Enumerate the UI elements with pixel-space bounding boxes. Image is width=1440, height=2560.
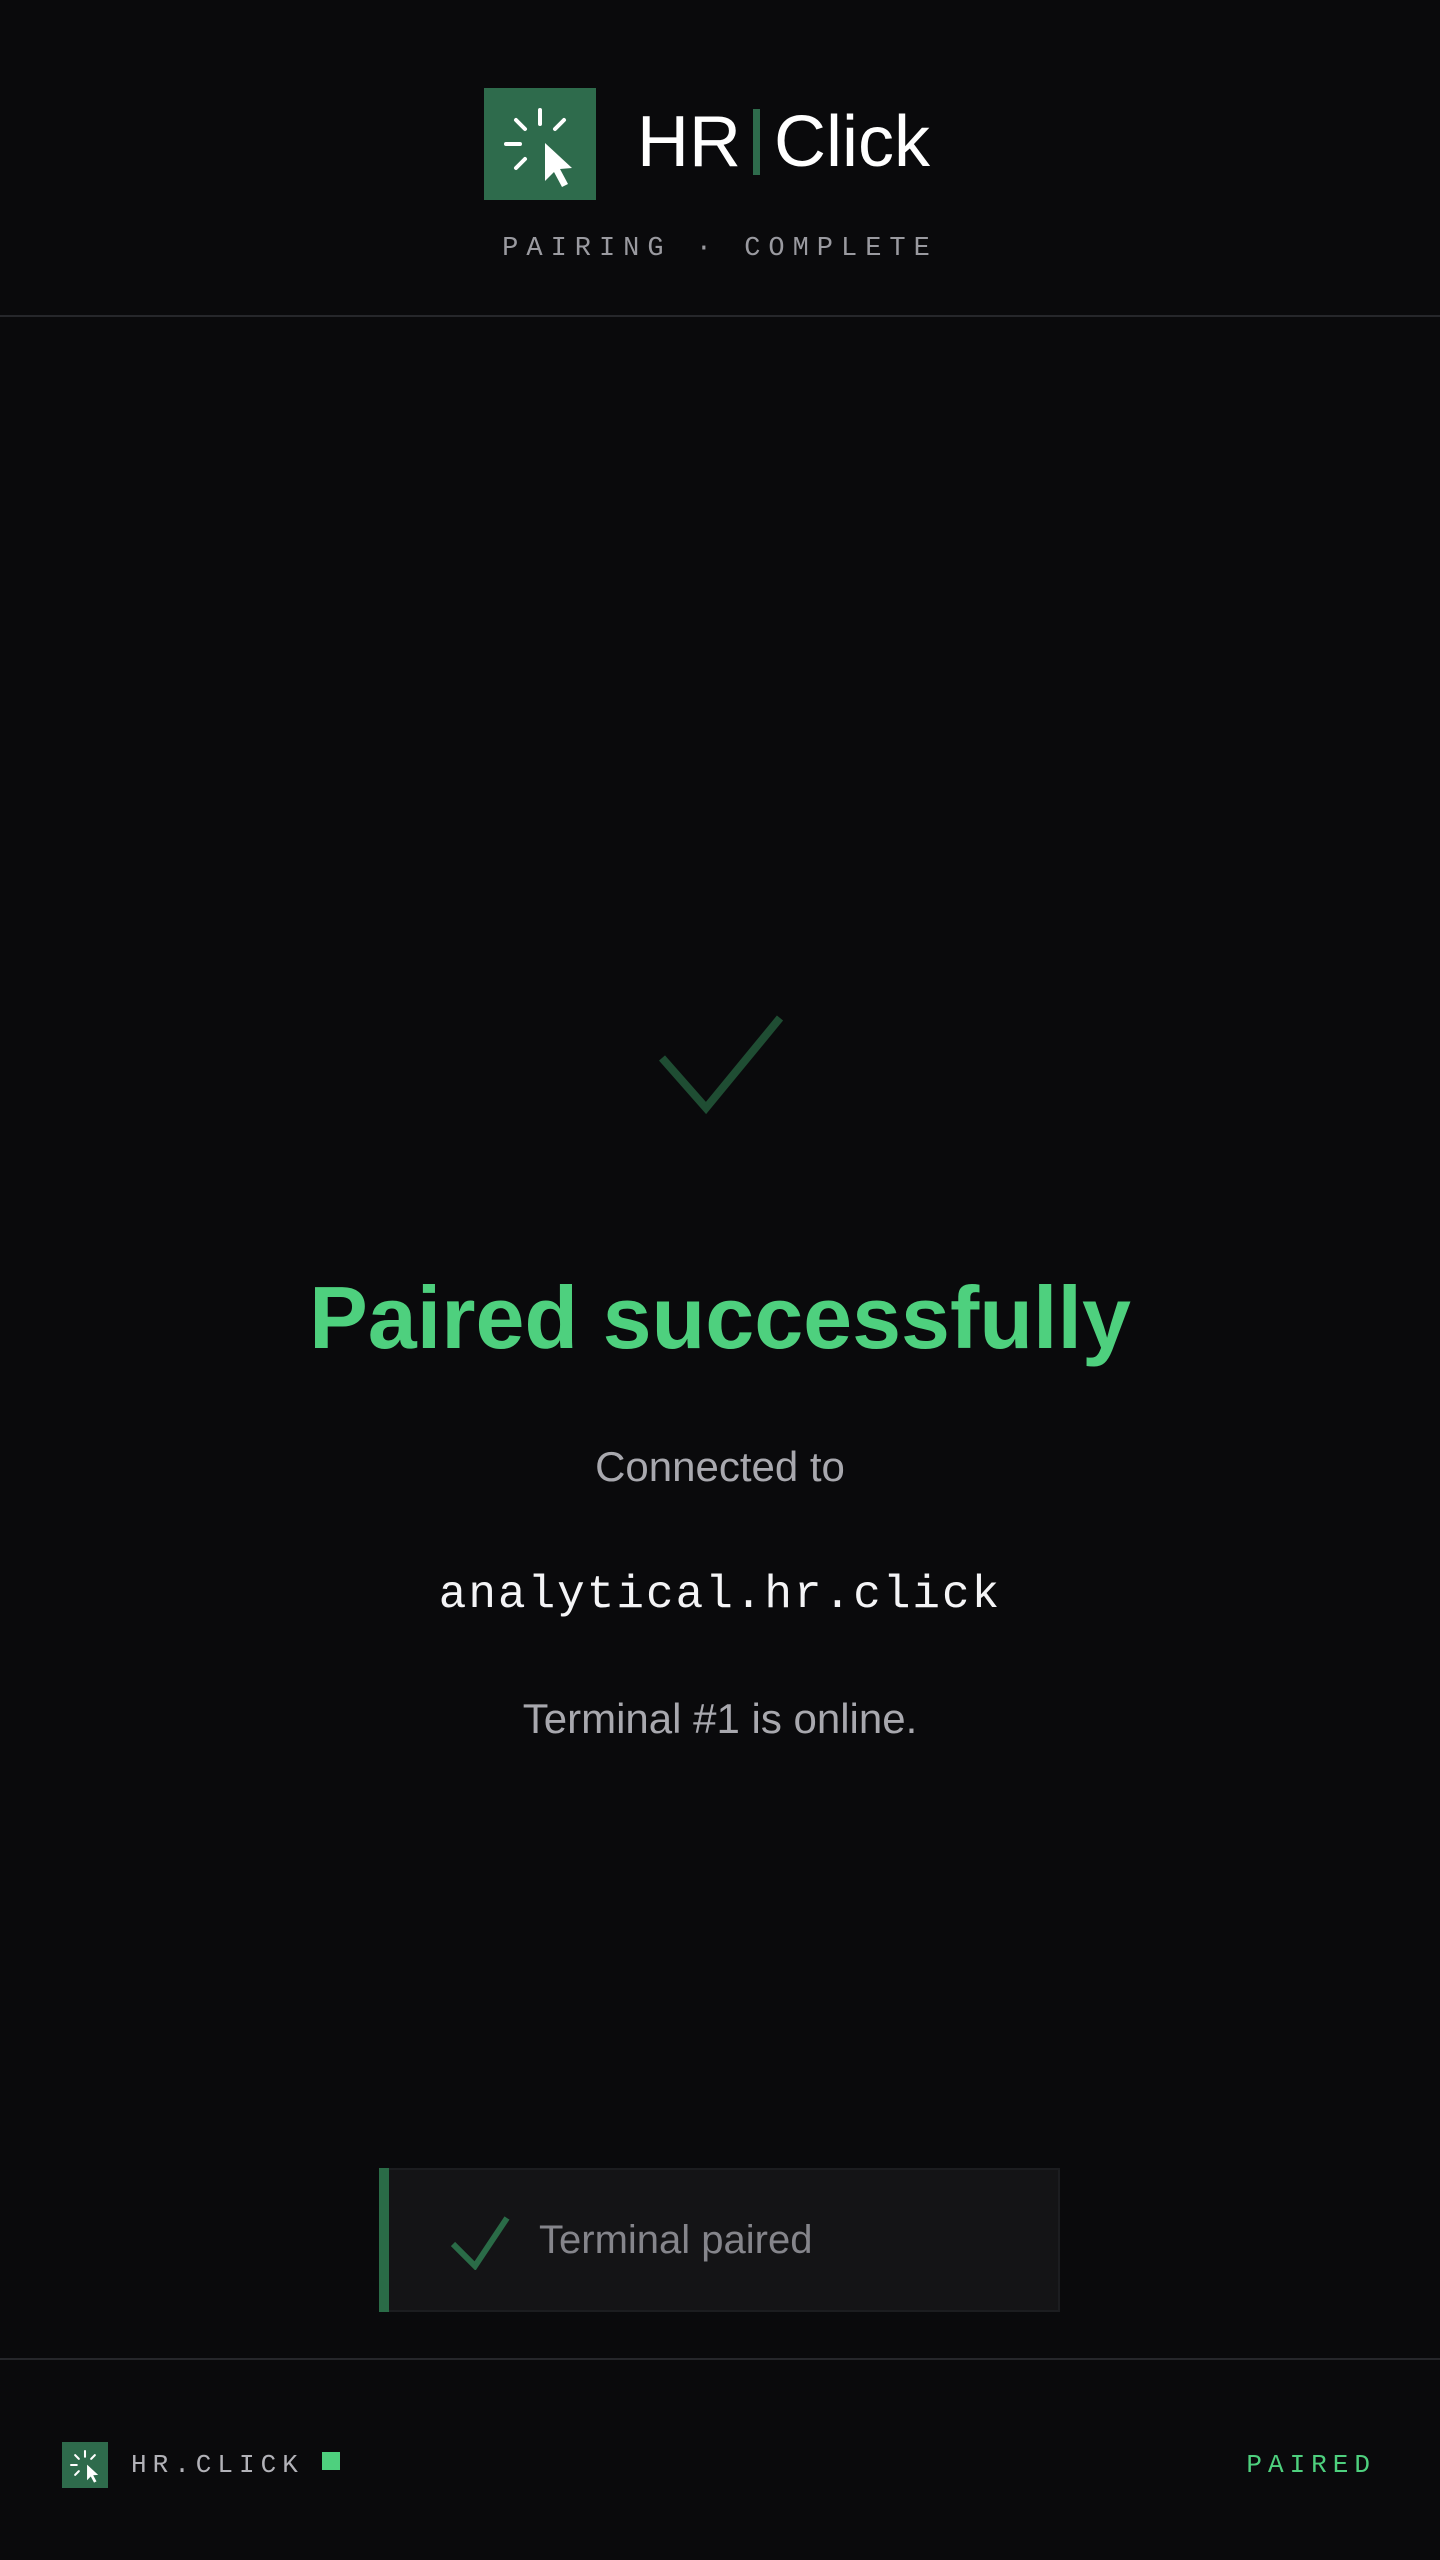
host-address: analytical.hr.click (438, 1569, 1002, 1621)
toast-label: Terminal paired (539, 2218, 813, 2262)
brand-wordmark: HR Click (637, 96, 930, 188)
cursor-click-icon (62, 2442, 108, 2488)
terminal-status: Terminal #1 is online. (522, 1695, 918, 1742)
pairing-subtitle: PAIRING · COMPLETE (502, 234, 938, 264)
connected-label: Connected to (595, 1443, 845, 1490)
brand-right: Click (774, 102, 930, 182)
brand-left: HR (637, 102, 741, 182)
status-indicator (322, 2452, 340, 2470)
header: HR Click PAIRING · COMPLETE (0, 0, 1440, 317)
page-title: Paired successfully (309, 1268, 1131, 1367)
footer: HR.CLICK PAIRED (0, 2358, 1440, 2560)
cursor-click-icon (484, 88, 596, 200)
checkmark-icon (449, 2214, 511, 2270)
status-badge: PAIRED (1246, 2450, 1376, 2480)
checkmark-icon (656, 1012, 786, 1116)
toast-notification: Terminal paired (379, 2168, 1060, 2312)
brand-divider (753, 109, 760, 175)
footer-brand: HR.CLICK (131, 2450, 304, 2480)
toast-accent-bar (379, 2168, 389, 2312)
